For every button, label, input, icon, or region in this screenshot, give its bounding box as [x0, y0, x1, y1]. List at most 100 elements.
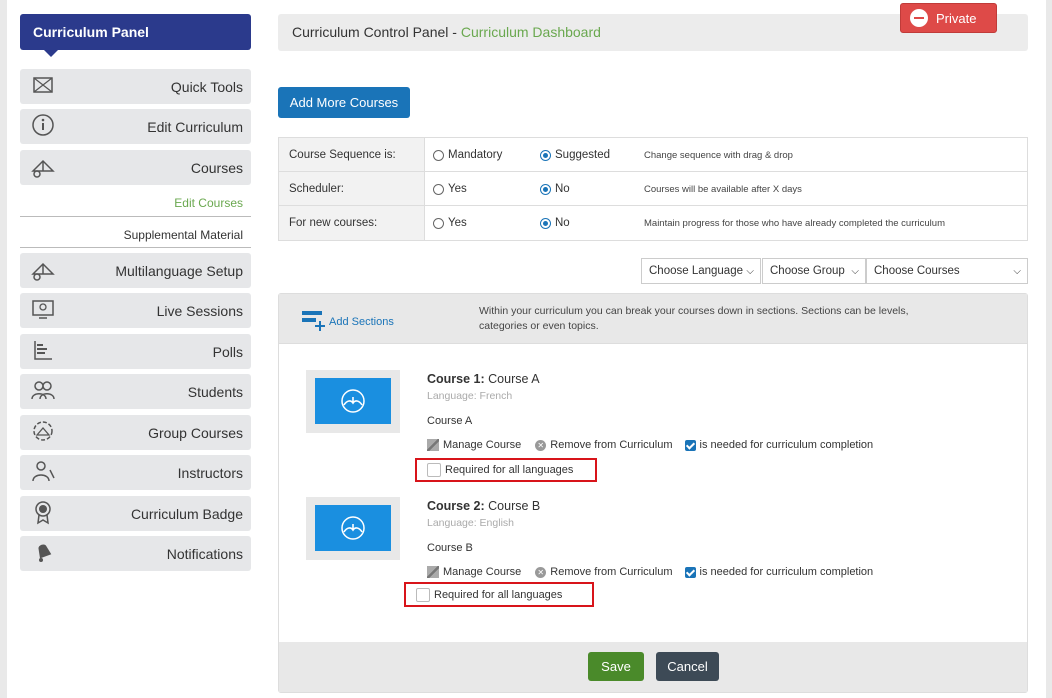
select-value: Choose Language: [649, 265, 743, 277]
sidebar-subitem-edit-courses[interactable]: Edit Courses: [20, 196, 251, 210]
remove-course-link[interactable]: ✕ Remove from Curriculum: [535, 566, 673, 578]
required-languages-option[interactable]: Required for all languages: [404, 582, 594, 607]
add-more-courses-button[interactable]: Add More Courses: [278, 87, 410, 118]
radio-option[interactable]: Yes: [433, 206, 467, 240]
course-title[interactable]: Course 1: Course A: [427, 372, 540, 386]
manage-course-link[interactable]: Manage Course: [427, 566, 521, 578]
cancel-button[interactable]: Cancel: [656, 652, 719, 681]
courses-gear-icon: [30, 153, 56, 182]
course-thumbnail[interactable]: [306, 497, 400, 560]
radio-option[interactable]: No: [540, 206, 570, 240]
course-number: Course 1:: [427, 372, 485, 386]
edit-icon: [427, 566, 439, 578]
settings-row: For new courses: Yes No Maintain progres…: [279, 206, 1027, 240]
required-label: Required for all languages: [445, 464, 574, 476]
sidebar-item-label: Multilanguage Setup: [115, 262, 243, 279]
settings-row: Scheduler: Yes No Courses will be availa…: [279, 172, 1027, 206]
required-languages-option[interactable]: Required for all languages: [415, 458, 597, 482]
add-sections-label: Add Sections: [329, 315, 394, 328]
radio-button[interactable]: [433, 149, 444, 161]
remove-label: Remove from Curriculum: [550, 566, 673, 578]
sidebar-item-label: Live Sessions: [156, 302, 243, 319]
sidebar-item-quick-tools[interactable]: Quick Tools: [20, 69, 251, 104]
radio-button[interactable]: [540, 149, 551, 161]
language-select[interactable]: Choose Language ⌵: [641, 258, 761, 284]
course-title[interactable]: Course 2: Course B: [427, 499, 540, 513]
private-button[interactable]: Private: [900, 3, 997, 33]
open-book-icon: [315, 505, 391, 551]
badge-icon: [30, 499, 56, 528]
radio-label: Yes: [448, 183, 467, 195]
students-icon: [30, 377, 56, 406]
radio-option[interactable]: Yes: [433, 172, 467, 206]
radio-label: Mandatory: [448, 149, 503, 161]
radio-label: No: [555, 183, 570, 195]
page-subtitle-link[interactable]: Curriculum Dashboard: [461, 24, 601, 40]
needed-checkbox-option[interactable]: is needed for curriculum completion: [684, 566, 873, 578]
manage-label: Manage Course: [443, 566, 522, 578]
sidebar-item-notifications[interactable]: Notifications: [20, 536, 251, 571]
required-label: Required for all languages: [434, 588, 563, 601]
edit-icon: [427, 439, 439, 451]
radio-button[interactable]: [433, 183, 444, 195]
remove-icon: ✕: [535, 566, 547, 578]
select-value: Choose Courses: [874, 265, 960, 277]
chevron-down-icon: ⌵: [851, 265, 859, 277]
sidebar-item-students[interactable]: Students: [20, 374, 251, 409]
sidebar-item-live-sessions[interactable]: Live Sessions: [20, 293, 251, 328]
radio-button[interactable]: [540, 217, 551, 229]
radio-label: Suggested: [555, 149, 610, 161]
add-sections-button[interactable]: Add Sections: [301, 308, 394, 335]
sidebar-item-edit-curriculum[interactable]: Edit Curriculum: [20, 109, 251, 144]
save-button[interactable]: Save: [588, 652, 644, 681]
manage-course-link[interactable]: Manage Course: [427, 439, 521, 451]
settings-table: Course Sequence is: Mandatory Suggested …: [278, 137, 1028, 241]
instructor-icon: [30, 458, 56, 487]
sidebar-item-courses[interactable]: Courses: [20, 150, 251, 185]
course-thumbnail[interactable]: [306, 370, 400, 433]
sidebar-item-label: Students: [187, 383, 243, 400]
chevron-down-icon: ⌵: [1013, 265, 1021, 277]
needed-label: is needed for curriculum completion: [699, 439, 874, 451]
chevron-down-icon: ⌵: [746, 265, 754, 277]
sidebar-item-polls[interactable]: Polls: [20, 334, 251, 369]
manage-label: Manage Course: [443, 439, 522, 451]
sidebar-item-group-courses[interactable]: Group Courses: [20, 415, 251, 450]
sections-description: Within your curriculum you can break you…: [479, 305, 909, 332]
sidebar-item-multilanguage[interactable]: Multilanguage Setup: [20, 253, 251, 288]
remove-label: Remove from Curriculum: [550, 439, 673, 451]
checkbox-checked[interactable]: [684, 566, 696, 578]
sidebar-item-label: Quick Tools: [170, 78, 243, 95]
course-name: Course B: [488, 499, 541, 513]
sidebar-item-label: Instructors: [177, 464, 243, 481]
sidebar-item-instructors[interactable]: Instructors: [20, 455, 251, 490]
sidebar-item-label: Notifications: [166, 545, 243, 562]
checkbox-checked[interactable]: [684, 439, 696, 451]
sidebar-subitem-supplemental[interactable]: Supplemental Material: [20, 228, 251, 242]
private-label: Private: [936, 10, 977, 26]
course-language: Language: French: [427, 390, 513, 402]
radio-button[interactable]: [540, 183, 551, 195]
radio-button[interactable]: [433, 217, 444, 229]
select-value: Choose Group: [770, 265, 845, 277]
setting-note: Courses will be available after X days: [644, 183, 802, 195]
checkbox-unchecked[interactable]: [427, 463, 441, 477]
sidebar-item-curriculum-badge[interactable]: Curriculum Badge: [20, 496, 251, 531]
radio-option[interactable]: Suggested: [540, 138, 610, 172]
courses-select[interactable]: Choose Courses ⌵: [866, 258, 1028, 284]
remove-course-link[interactable]: ✕ Remove from Curriculum: [535, 439, 673, 451]
course-actions: Manage Course ✕ Remove from Curriculum is…: [427, 439, 873, 451]
checkbox-unchecked[interactable]: [416, 587, 430, 602]
course-language: Language: English: [427, 517, 514, 529]
add-section-icon: [301, 308, 327, 335]
course-subname: Course B: [427, 542, 473, 554]
setting-label: For new courses:: [279, 206, 425, 240]
sidebar-title: Curriculum Panel: [20, 14, 251, 57]
radio-option[interactable]: No: [540, 172, 570, 206]
book-icon: [30, 72, 56, 101]
radio-label: No: [555, 217, 570, 229]
radio-option[interactable]: Mandatory: [433, 138, 502, 172]
group-select[interactable]: Choose Group ⌵: [762, 258, 866, 284]
group-courses-icon: [30, 418, 56, 447]
needed-checkbox-option[interactable]: is needed for curriculum completion: [684, 439, 874, 451]
